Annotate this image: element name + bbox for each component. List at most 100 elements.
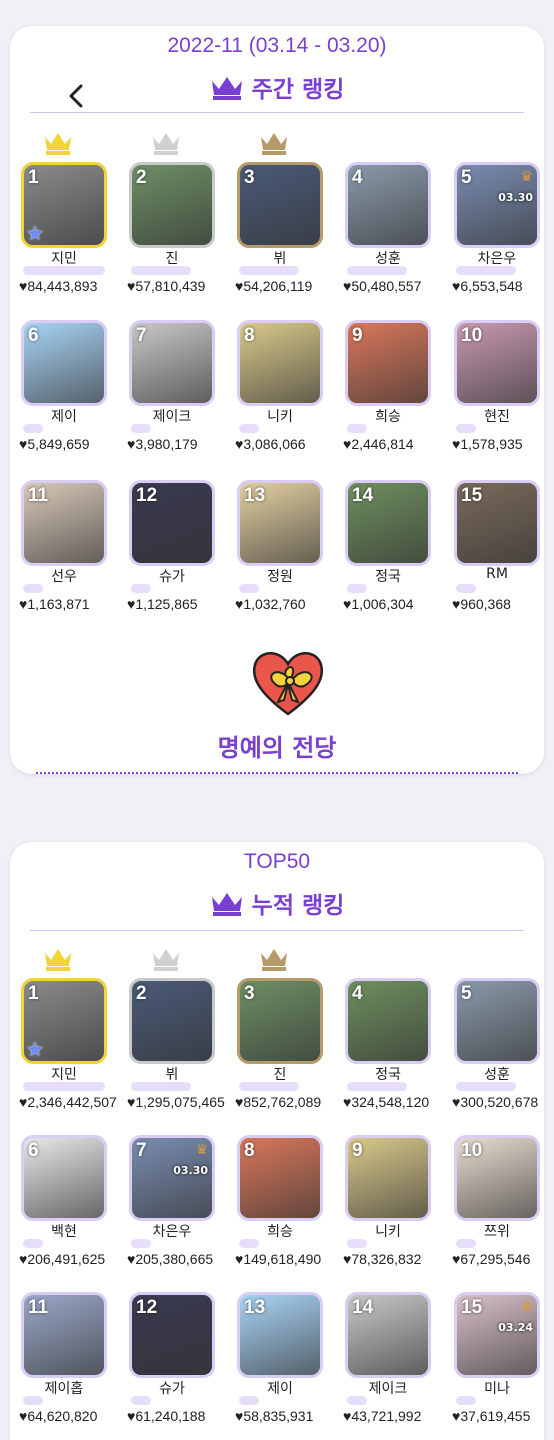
ranking-item[interactable]: 15 ♛ 03.24 미나 ♥37,619,455 [446, 1292, 552, 1440]
progress-pill [23, 266, 105, 275]
rank-number: 1 [28, 983, 39, 1004]
ranking-item[interactable]: 7 ♛ 03.30 차은우 ♥205,380,665 [121, 1135, 227, 1285]
vote-count: ♥2,446,814 [343, 436, 414, 452]
ranking-item[interactable]: 10 쯔위 ♥67,295,546 [446, 1135, 552, 1285]
ranking-item[interactable]: 12 슈가 ♥61,240,188 [121, 1292, 227, 1440]
profile-photo[interactable]: 9 [345, 320, 431, 406]
member-name: 지민 [51, 1067, 77, 1083]
ranking-item[interactable]: 4 성훈 ♥50,480,557 [337, 162, 443, 312]
ranking-item[interactable]: 8 니키 ♥3,086,066 [229, 320, 335, 470]
ranking-item[interactable]: 14 제이크 ♥43,721,992 [337, 1292, 443, 1440]
ranking-item[interactable]: 14 정국 ♥1,006,304 [337, 480, 443, 630]
ranking-item[interactable]: 9 희승 ♥2,446,814 [337, 320, 443, 470]
member-name: 선우 [51, 569, 77, 585]
progress-pill [347, 424, 367, 433]
progress-pill [23, 1239, 43, 1248]
vote-count: ♥205,380,665 [127, 1251, 214, 1267]
profile-photo[interactable]: 2 [129, 978, 215, 1064]
rank-number: 8 [244, 325, 255, 346]
profile-photo[interactable]: 13 [237, 480, 323, 566]
ranking-item[interactable]: 8 희승 ♥149,618,490 [229, 1135, 335, 1285]
ranking-item[interactable]: 9 니키 ♥78,326,832 [337, 1135, 443, 1285]
vote-count: ♥1,578,935 [452, 436, 523, 452]
profile-photo[interactable]: 6 [21, 320, 107, 406]
profile-photo[interactable]: 5 ♛ 03.30 [454, 162, 540, 248]
ranking-item[interactable]: 2 뷔 ♥1,295,075,465 [121, 949, 227, 1128]
hall-of-fame-button[interactable]: 명예의 전당 [10, 728, 544, 763]
ranking-item[interactable]: 7 제이크 ♥3,980,179 [121, 320, 227, 470]
ranking-item[interactable]: 12 슈가 ♥1,125,865 [121, 480, 227, 630]
profile-photo[interactable]: 8 [237, 320, 323, 406]
progress-pill [456, 1082, 516, 1091]
member-name: 슈가 [159, 569, 185, 585]
profile-photo[interactable]: 10 [454, 320, 540, 406]
profile-photo[interactable]: 12 [129, 480, 215, 566]
ranking-item[interactable]: 6 제이 ♥5,849,659 [13, 320, 119, 470]
progress-pill [131, 1396, 151, 1405]
progress-pill [131, 1239, 151, 1248]
progress-pill [239, 1396, 259, 1405]
profile-photo[interactable]: 14 [345, 1292, 431, 1378]
progress-pill [131, 266, 191, 275]
profile-photo[interactable]: 6 [21, 1135, 107, 1221]
profile-photo[interactable]: 7 [129, 320, 215, 406]
ranking-item[interactable]: 3 진 ♥852,762,089 [229, 949, 335, 1128]
ranking-item[interactable]: 5 성훈 ♥300,520,678 [446, 978, 552, 1128]
profile-photo[interactable]: 5 [454, 978, 540, 1064]
progress-pill [131, 584, 151, 593]
rank-number: 3 [244, 167, 255, 188]
member-name: 니키 [267, 409, 293, 425]
ranking-item[interactable]: 3 뷔 ♥54,206,119 [229, 133, 335, 312]
progress-pill [456, 584, 476, 593]
ranking-item[interactable]: 13 제이 ♥58,835,931 [229, 1292, 335, 1440]
profile-photo[interactable]: 9 [345, 1135, 431, 1221]
profile-photo[interactable]: 10 [454, 1135, 540, 1221]
ranking-item[interactable]: 10 현진 ♥1,578,935 [446, 320, 552, 470]
star-icon: ★ [26, 1037, 44, 1061]
ranking-item[interactable]: 6 백현 ♥206,491,625 [13, 1135, 119, 1285]
vote-count: ♥1,163,871 [19, 596, 90, 612]
member-name: 백현 [51, 1224, 77, 1240]
profile-photo[interactable]: 1 ★ [21, 978, 107, 1064]
ranking-item[interactable]: 2 진 ♥57,810,439 [121, 133, 227, 312]
vote-count: ♥50,480,557 [343, 278, 422, 294]
profile-photo[interactable]: 3 [237, 978, 323, 1064]
ranking-item[interactable]: 5 ♛ 03.30 차은우 ♥6,553,548 [446, 162, 552, 312]
mini-crown-icon: ♛ [520, 169, 533, 185]
profile-photo[interactable]: 14 [345, 480, 431, 566]
profile-photo[interactable]: 3 [237, 162, 323, 248]
member-name: 제이홉 [44, 1381, 84, 1397]
vote-count: ♥324,548,120 [343, 1094, 430, 1110]
member-name: 차은우 [152, 1224, 192, 1240]
ranking-item[interactable]: 11 제이홉 ♥64,620,820 [13, 1292, 119, 1440]
weekly-period-title: 2022-11 (03.14 - 03.20) [167, 34, 387, 57]
progress-pill [23, 424, 43, 433]
profile-photo[interactable]: 13 [237, 1292, 323, 1378]
profile-photo[interactable]: 4 [345, 978, 431, 1064]
profile-photo[interactable]: 2 [129, 162, 215, 248]
ranking-item[interactable]: 1 ★ 지민 ♥84,443,893 [13, 133, 119, 312]
profile-photo[interactable]: 1 ★ [21, 162, 107, 248]
profile-photo[interactable]: 15 [454, 480, 540, 566]
ranking-item[interactable]: 15 RM ♥960,368 [446, 480, 552, 630]
rank-number: 10 [461, 1140, 483, 1161]
profile-photo[interactable]: 11 [21, 480, 107, 566]
bronze-crown-icon [259, 946, 289, 972]
profile-photo[interactable]: 7 ♛ 03.30 [129, 1135, 215, 1221]
profile-photo[interactable]: 4 [345, 162, 431, 248]
rank-number: 4 [352, 167, 363, 188]
member-name: 진 [273, 1067, 287, 1083]
ranking-item[interactable]: 13 정원 ♥1,032,760 [229, 480, 335, 630]
profile-photo[interactable]: 15 ♛ 03.24 [454, 1292, 540, 1378]
profile-photo[interactable]: 11 [21, 1292, 107, 1378]
gold-crown-icon [43, 946, 73, 972]
rank-number: 8 [244, 1140, 255, 1161]
vote-count: ♥5,849,659 [19, 436, 90, 452]
profile-photo[interactable]: 8 [237, 1135, 323, 1221]
profile-photo[interactable]: 12 [129, 1292, 215, 1378]
progress-pill [131, 424, 151, 433]
ranking-item[interactable]: 11 선우 ♥1,163,871 [13, 480, 119, 630]
ranking-item[interactable]: 4 정국 ♥324,548,120 [337, 978, 443, 1128]
ranking-item[interactable]: 1 ★ 지민 ♥2,346,442,507 [13, 949, 119, 1128]
rank-number: 4 [352, 983, 363, 1004]
